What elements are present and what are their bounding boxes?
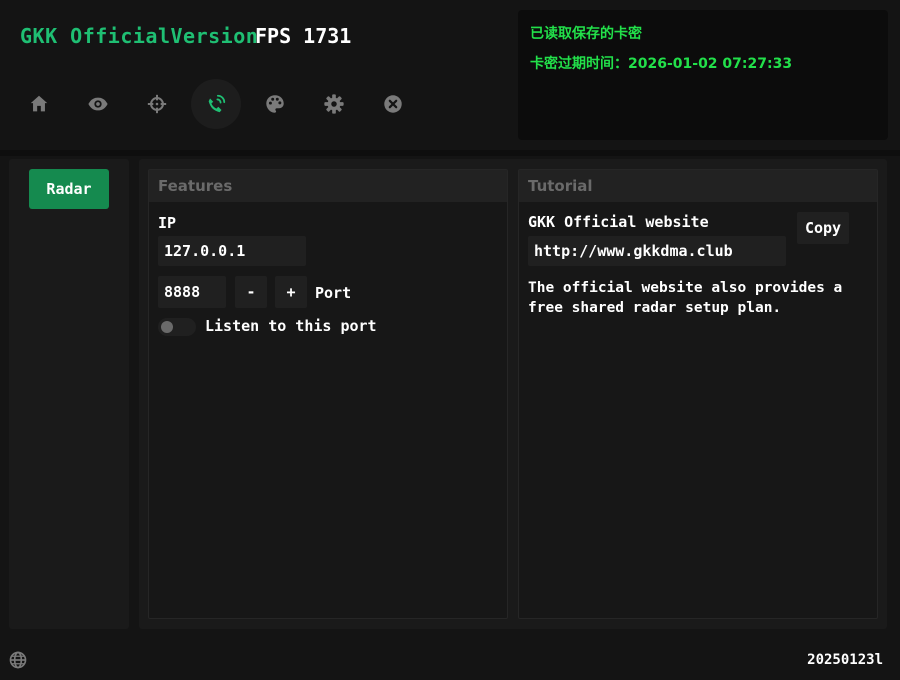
crosshair-icon [147,94,167,114]
license-status-panel: 已读取保存的卡密 卡密过期时间：2026-01-02 07:27:33 [518,10,888,140]
features-panel: Features IP 127.0.0.1 8888 - + Port List… [148,169,508,619]
eye-icon [88,97,108,111]
port-input[interactable]: 8888 [158,276,226,308]
nav-exit[interactable] [368,79,418,129]
website-url-field[interactable]: http://www.gkkdma.club [528,236,786,266]
gear-icon [324,94,344,114]
nav-radar[interactable] [191,79,241,129]
nav-home[interactable] [14,79,64,129]
license-loaded-message: 已读取保存的卡密 [530,26,642,42]
fps-counter: FPS 1731 [255,24,352,48]
header-divider [0,150,900,156]
port-label: Port [315,284,352,302]
close-icon [384,95,402,113]
radar-icon [208,94,226,113]
app-title: GKK OfficialVersion [20,24,259,48]
listen-port-label: Listen to this port [205,317,377,335]
sidebar-item-radar[interactable]: Radar [29,169,109,209]
port-increment-button[interactable]: + [275,276,307,308]
globe-icon[interactable] [8,650,28,670]
sidebar: Radar [9,159,129,629]
build-number: 20250123l [807,652,883,668]
license-expiry-message: 卡密过期时间：2026-01-02 07:27:33 [530,56,793,72]
nav-colors[interactable] [250,79,300,129]
port-decrement-button[interactable]: - [235,276,267,308]
website-label: GKK Official website [528,213,709,231]
toggle-knob [161,321,173,333]
features-header: Features [149,170,507,202]
home-icon [30,95,48,112]
ip-label: IP [158,214,177,232]
tutorial-description: The official website also provides a fre… [528,280,843,316]
top-nav [14,76,427,132]
copy-url-button[interactable]: Copy [797,212,849,244]
palette-icon [266,95,284,113]
nav-visuals[interactable] [73,79,123,129]
tutorial-header: Tutorial [519,170,877,202]
listen-port-toggle[interactable] [158,318,196,336]
nav-settings[interactable] [309,79,359,129]
nav-aim[interactable] [132,79,182,129]
tutorial-panel: Tutorial GKK Official website http://www… [518,169,878,619]
main-content: Features IP 127.0.0.1 8888 - + Port List… [139,159,887,629]
footer [0,638,900,680]
ip-input[interactable]: 127.0.0.1 [158,236,306,266]
